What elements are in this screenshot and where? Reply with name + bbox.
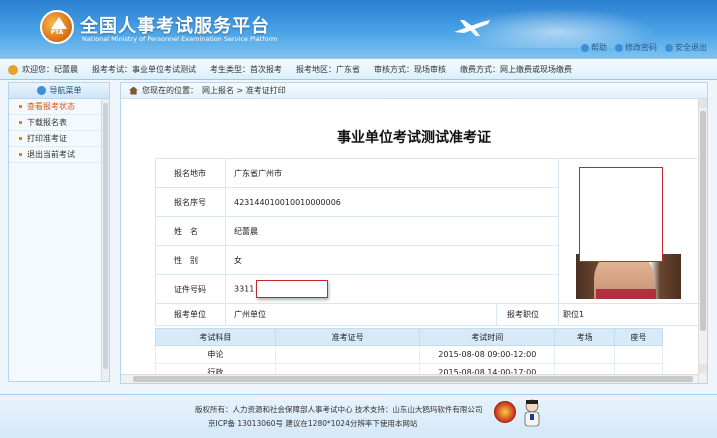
candidate-photo: [576, 163, 681, 299]
bullet-icon: [19, 137, 22, 140]
top-links: 帮助 修改密码 安全退出: [581, 42, 707, 53]
id-number-value: 3311: [234, 284, 255, 294]
help-label: 帮助: [591, 43, 607, 52]
exam-type-text: 考生类型：首次报考: [210, 64, 282, 74]
table-cell: [614, 345, 663, 364]
column-header: 座号: [614, 328, 663, 346]
position-label: 报考职位: [496, 304, 539, 326]
site-header: PTA 全国人事考试服务平台 National Ministry of Pers…: [0, 0, 717, 58]
user-icon: [8, 65, 18, 75]
table-cell: [274, 345, 421, 364]
help-icon: [581, 43, 589, 52]
breadcrumb: 您现在的位置： 网上报名 > 准考证打印: [121, 83, 707, 99]
main-scroll-thumb[interactable]: [700, 111, 706, 331]
column-header: 考场: [554, 328, 616, 346]
table-header-row: 考试科目 准考证号 考试时间 考场 座号: [155, 328, 663, 346]
change-password-link[interactable]: 修改密码: [615, 42, 657, 53]
field-value: 纪蕾晨: [225, 216, 559, 246]
main-panel: 您现在的位置： 网上报名 > 准考证打印 事业单位考试测试准考证 报名地市 广东…: [120, 82, 708, 384]
sidebar-heading-label: 导航菜单: [49, 86, 82, 95]
field-label: 证件号码: [155, 274, 226, 304]
bullet-icon: [19, 105, 22, 108]
sidebar-item-label: 退出当前考试: [27, 150, 75, 159]
sidebar-item-download-form[interactable]: 下载报名表: [9, 115, 109, 131]
admission-ticket-title: 事业单位考试测试准考证: [337, 130, 491, 146]
cyber-police-icon[interactable]: [521, 398, 543, 428]
logout-icon: [665, 43, 673, 52]
admission-info-table: 报名地市 广东省广州市 报名序号 423144010010010000006 姓…: [155, 158, 699, 326]
field-label: 报考单位: [155, 303, 226, 326]
column-header: 考试科目: [155, 328, 276, 346]
field-label: 报名序号: [155, 187, 226, 217]
user-info-bar: 欢迎您：纪蕾晨 报考考试：事业单位考试测试 考生类型：首次报考 报考地区：广东省…: [0, 58, 717, 80]
exam-text: 报考考试：事业单位考试测试: [92, 64, 196, 74]
photo-cell: [558, 158, 699, 304]
column-header: 准考证号: [274, 328, 421, 346]
column-header: 考试时间: [419, 328, 556, 346]
table-cell: 2015-08-08 09:00-12:00: [419, 345, 556, 364]
sidebar-scroll-thumb[interactable]: [103, 103, 108, 369]
key-icon: [615, 43, 623, 52]
sidebar-item-print-ticket[interactable]: 打印准考证: [9, 131, 109, 147]
site-subtitle: National Ministry of Personnel Examinati…: [82, 35, 278, 43]
horizontal-scroll-thumb[interactable]: [133, 376, 693, 382]
welcome-text: 欢迎您：纪蕾晨: [22, 64, 78, 74]
breadcrumb-path: 网上报名 > 准考证打印: [202, 86, 286, 95]
sidebar-heading: 导航菜单: [9, 83, 109, 99]
logout-label: 安全退出: [675, 43, 707, 52]
main-horizontal-scrollbar[interactable]: [121, 374, 698, 383]
table-cell: 申论: [155, 345, 276, 364]
unit-cell: 广州单位 报考职位: [225, 303, 559, 326]
field-label: 报名地市: [155, 158, 226, 188]
change-password-label: 修改密码: [625, 43, 657, 52]
payment-text: 缴费方式：网上缴费或现场缴费: [460, 64, 572, 74]
home-icon: [129, 86, 138, 95]
photo-collar: [596, 288, 656, 299]
field-value: 广东省广州市: [225, 158, 559, 188]
sidebar-item-status[interactable]: 查看报考状态: [9, 99, 109, 115]
airplane-icon: [454, 20, 490, 36]
table-row: 报名地市 广东省广州市: [155, 158, 699, 304]
logout-link[interactable]: 安全退出: [665, 42, 707, 53]
field-value: 女: [225, 245, 559, 275]
scroll-down-button[interactable]: [699, 364, 707, 373]
field-label: 性 别: [155, 245, 226, 275]
sidebar-item-label: 查看报考状态: [27, 102, 75, 111]
sidebar-item-label: 下载报名表: [27, 118, 67, 127]
logo-triangle-icon: [51, 17, 67, 29]
table-row: 报考单位 广州单位 报考职位 职位1: [155, 303, 699, 326]
sidebar-item-label: 打印准考证: [27, 134, 67, 143]
table-row: 申论 2015-08-08 09:00-12:00: [155, 345, 663, 364]
site-logo[interactable]: PTA: [40, 10, 74, 44]
field-label: 姓 名: [155, 216, 226, 246]
nav-sidebar: 导航菜单 查看报考状态 下载报名表 打印准考证 退出当前考试: [8, 82, 110, 382]
icp-text: 京ICP备 13013060号 建议在1280*1024分辨率下使用本网站: [208, 419, 418, 428]
id-redaction-box: [256, 280, 329, 298]
police-badge-icon[interactable]: [494, 401, 516, 423]
id-number-cell: 3311: [225, 274, 559, 304]
copyright-text: 版权所有：人力资源和社会保障部人事考试中心 技术支持：山东山大鸥玛软件有限公司: [195, 405, 483, 414]
menu-icon: [36, 86, 46, 95]
field-value: 423144010010010000006: [225, 187, 559, 217]
logo-text: PTA: [50, 29, 64, 36]
main-vertical-scrollbar[interactable]: [698, 99, 707, 383]
review-text: 审核方式：现场审核: [374, 64, 446, 74]
unit-value: 广州单位: [234, 310, 266, 319]
table-cell: [554, 345, 616, 364]
scroll-up-button[interactable]: [699, 99, 707, 108]
region-text: 报考地区：广东省: [296, 64, 360, 74]
site-footer: 版权所有：人力资源和社会保障部人事考试中心 技术支持：山东山大鸥玛软件有限公司 …: [0, 394, 717, 438]
sidebar-scrollbar[interactable]: [101, 99, 109, 381]
position-value: 职位1: [558, 303, 699, 326]
photo-redaction-box: [579, 166, 663, 262]
bullet-icon: [19, 121, 22, 124]
bullet-icon: [19, 153, 22, 156]
breadcrumb-prefix: 您现在的位置：: [142, 86, 198, 95]
sidebar-item-exit-exam[interactable]: 退出当前考试: [9, 147, 109, 163]
help-link[interactable]: 帮助: [581, 42, 607, 53]
